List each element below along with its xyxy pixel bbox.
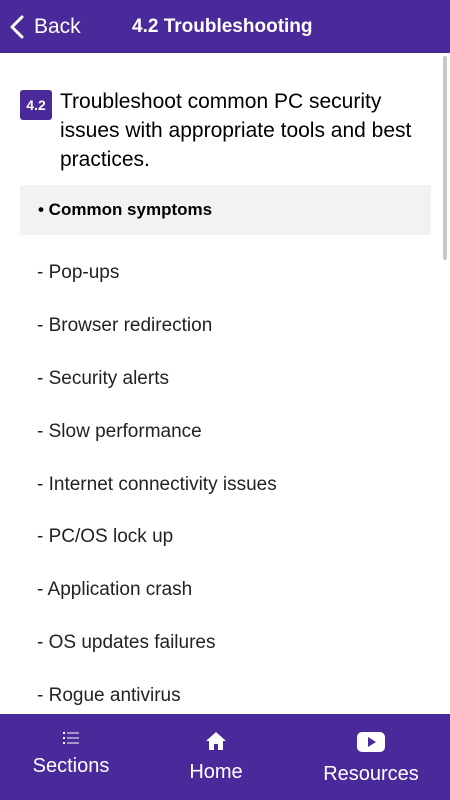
list-item: - PC/OS lock up [37,526,174,548]
objective-number-badge: 4.2 [20,90,52,120]
list-item: - Application crash [37,579,193,601]
list-item: - OS updates failures [37,632,216,654]
section-heading: • Common symptoms [38,200,213,219]
home-icon [206,732,226,750]
list-icon [63,732,79,744]
list-item: - Browser redirection [37,314,213,336]
scrollbar[interactable] [443,56,447,260]
nav-sections-button[interactable]: Sections [23,714,119,800]
top-app-bar: Back 4.2 Troubleshooting [0,0,450,53]
nav-resources-label: Resources [323,763,419,785]
nav-home-label: Home [189,761,243,783]
objective-row: 4.2 Troubleshoot common PC security issu… [20,87,420,174]
objective-text: Troubleshoot common PC security issues w… [60,90,412,171]
chevron-left-icon [10,15,24,38]
back-button[interactable]: Back [8,0,81,53]
bottom-navigation: Sections Home Resources [0,714,450,800]
back-label: Back [34,14,81,38]
list-item: - Pop-ups [37,262,120,283]
list-item: - Internet connectivity issues [37,473,277,495]
nav-resources-button[interactable]: Resources [318,714,424,800]
list-item: - Slow performance [37,420,202,442]
section-header: • Common symptoms [20,185,431,235]
symptom-list: - Pop-ups - Browser redirection - Securi… [37,250,277,726]
youtube-icon [357,732,385,752]
page-title: 4.2 Troubleshooting [132,16,313,37]
nav-sections-label: Sections [32,755,110,777]
nav-home-button[interactable]: Home [180,714,252,800]
list-item: - Security alerts [37,367,169,389]
